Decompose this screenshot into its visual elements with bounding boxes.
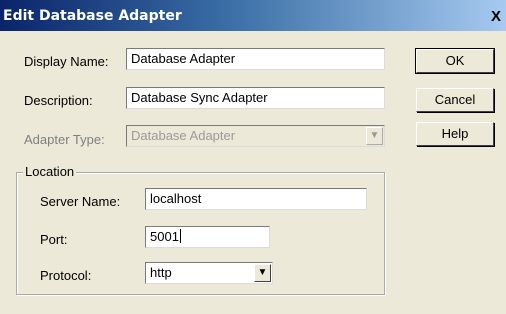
protocol-value: http [150,265,172,280]
dialog-title: Edit Database Adapter [3,8,182,24]
display-name-label: Display Name: [24,54,109,69]
title-bar[interactable]: Edit Database Adapter X [0,0,506,31]
port-value: 5001 [150,229,179,244]
adapter-type-value: Database Adapter [131,128,236,143]
server-name-value: localhost [150,191,202,206]
port-field[interactable]: 5001 [145,226,270,248]
text-caret [179,229,181,243]
description-label: Description: [24,93,93,108]
description-field[interactable]: Database Sync Adapter [126,87,385,109]
cancel-button[interactable]: Cancel [416,88,494,112]
edit-database-adapter-dialog: Edit Database Adapter X Display Name: Da… [0,0,506,314]
description-value: Database Sync Adapter [131,90,268,105]
adapter-type-label: Adapter Type: [24,132,105,147]
protocol-label: Protocol: [40,268,92,283]
location-legend: Location [23,164,77,179]
display-name-field[interactable]: Database Adapter [126,48,385,70]
help-button[interactable]: Help [416,122,494,146]
display-name-value: Database Adapter [131,51,236,66]
server-name-label: Server Name: [40,194,121,209]
chevron-down-icon[interactable]: ▼ [254,264,271,282]
chevron-down-icon: ▼ [366,127,383,145]
server-name-field[interactable]: localhost [145,188,367,210]
close-icon[interactable]: X [488,9,504,25]
port-label: Port: [40,232,68,247]
adapter-type-select: Database Adapter ▼ [126,125,385,147]
ok-button[interactable]: OK [415,48,495,74]
protocol-select[interactable]: http ▼ [145,262,273,284]
